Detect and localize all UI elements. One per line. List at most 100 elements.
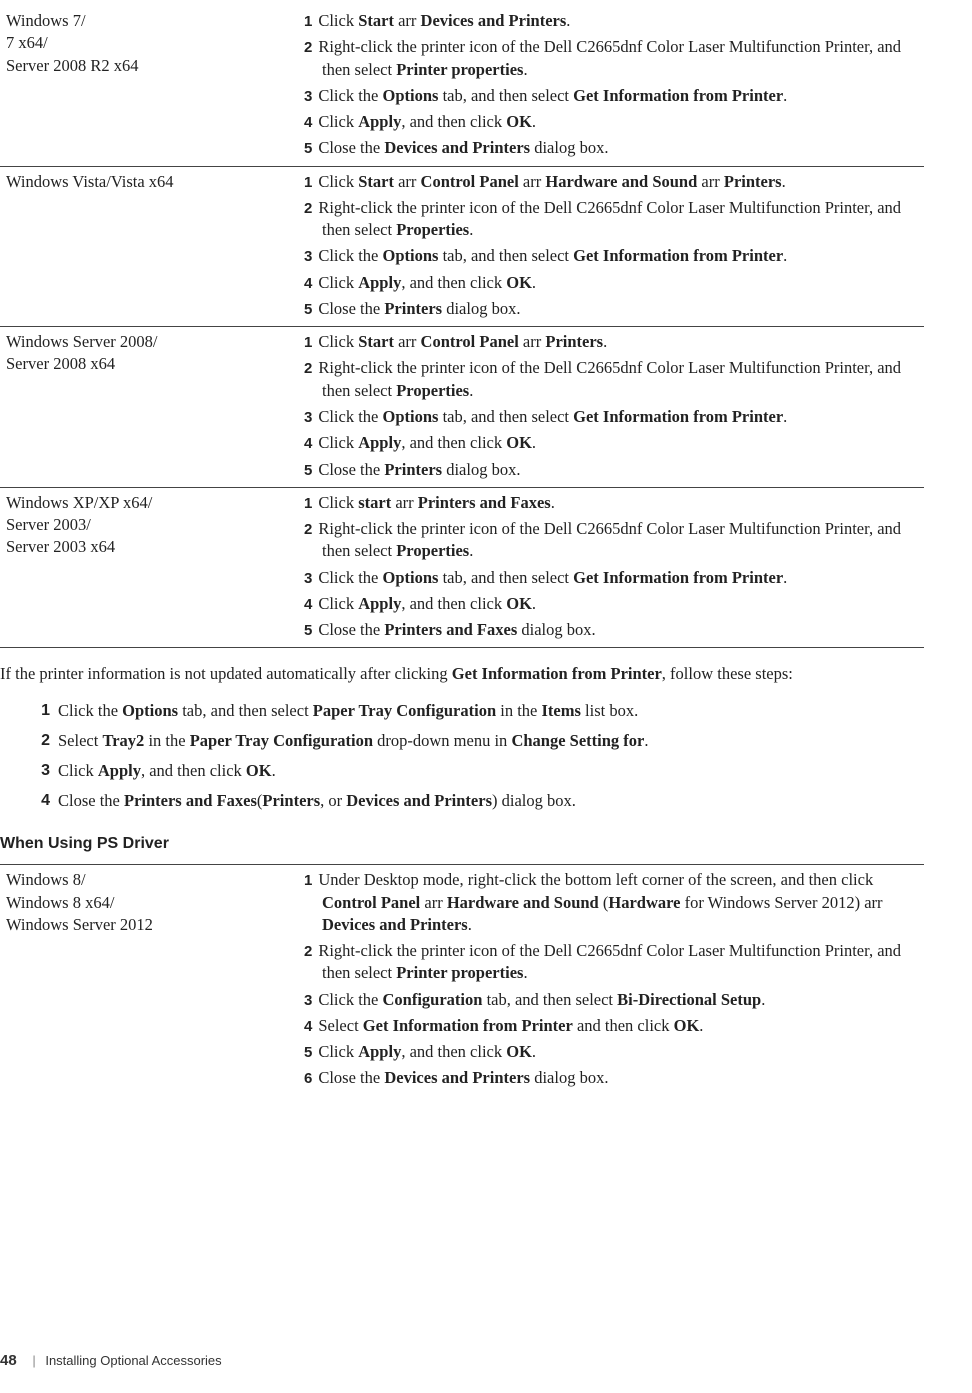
bold-text: Get Information from Printer — [573, 86, 783, 105]
os-name-line: Server 2003 x64 — [6, 536, 272, 558]
bold-text: Apply — [358, 112, 401, 131]
bold-text: Get Information from Printer — [573, 568, 783, 587]
bold-text: Tray2 — [102, 731, 144, 750]
section-heading-ps-driver: When Using PS Driver — [0, 833, 924, 855]
step-item: Right-click the printer icon of the Dell… — [302, 197, 918, 246]
step-item: Close the Devices and Printers dialog bo… — [302, 137, 918, 163]
bold-text: Devices and Printers — [421, 11, 567, 30]
bold-text: Bi-Directional Setup — [617, 990, 761, 1009]
os-name-line: Windows 7/ — [6, 10, 272, 32]
manual-step-item: 3Click Apply, and then click OK. — [30, 756, 924, 786]
bold-text: Properties — [396, 541, 469, 560]
step-item: Click Apply, and then click OK. — [302, 1041, 918, 1067]
step-item: Click Apply, and then click OK. — [302, 593, 918, 619]
os-name-line: Windows Server 2012 — [6, 914, 272, 936]
bold-text: OK — [674, 1016, 700, 1035]
step-item: Click Start arr Control Panel arr Printe… — [302, 331, 918, 357]
bold-text: Properties — [396, 381, 469, 400]
table-row: Windows XP/XP x64/Server 2003/Server 200… — [0, 487, 924, 648]
bold-text: Devices and Printers — [346, 791, 492, 810]
step-number: 2 — [30, 730, 50, 752]
bold-text: Devices and Printers — [384, 138, 530, 157]
step-item: Click start arr Printers and Faxes. — [302, 492, 918, 518]
bold-text: Get Information from Printer — [573, 246, 783, 265]
bold-text: Apply — [98, 761, 141, 780]
steps-cell: Click Start arr Control Panel arr Printe… — [278, 327, 924, 488]
os-cell: Windows Vista/Vista x64 — [0, 166, 278, 327]
bold-text: Items — [542, 701, 581, 720]
bold-text: Start — [358, 172, 394, 191]
bold-text: Printers and Faxes — [384, 620, 517, 639]
steps-list: Click start arr Printers and Faxes.Right… — [284, 492, 918, 646]
bold-text: Hardware and Sound — [447, 893, 599, 912]
step-item: Right-click the printer icon of the Dell… — [302, 518, 918, 567]
bold-text: Get Information from Printer — [363, 1016, 573, 1035]
os-cell: Windows Server 2008/Server 2008 x64 — [0, 327, 278, 488]
steps-list: Click Start arr Control Panel arr Printe… — [284, 331, 918, 485]
bold-text: Configuration — [383, 990, 483, 1009]
bold-text: Hardware — [608, 893, 680, 912]
step-item: Click the Configuration tab, and then se… — [302, 989, 918, 1015]
bold-text: Control Panel — [421, 332, 519, 351]
os-name-line: 7 x64/ — [6, 32, 272, 54]
step-number: 4 — [30, 790, 50, 812]
os-steps-table-1: Windows 7/7 x64/Server 2008 R2 x64Click … — [0, 6, 924, 649]
bold-text: Start — [358, 332, 394, 351]
os-cell: Windows 8/Windows 8 x64/Windows Server 2… — [0, 865, 278, 1096]
bold-text: Paper Tray Configuration — [313, 701, 496, 720]
bold-text: Printers — [262, 791, 320, 810]
step-text: Select Tray2 in the Paper Tray Configura… — [58, 731, 648, 750]
bold-text: Get Information from Printer — [452, 664, 662, 683]
bold-text: Control Panel — [421, 172, 519, 191]
bold-text: OK — [506, 112, 532, 131]
bold-text: Printers and Faxes — [418, 493, 551, 512]
bold-text: Options — [383, 568, 439, 587]
bold-text: Apply — [358, 594, 401, 613]
os-name-line: Windows XP/XP x64/ — [6, 492, 272, 514]
bold-text: Apply — [358, 433, 401, 452]
bold-text: OK — [506, 594, 532, 613]
step-number: 3 — [30, 760, 50, 782]
steps-list: Click Start arr Devices and Printers.Rig… — [284, 10, 918, 164]
steps-cell: Click Start arr Control Panel arr Hardwa… — [278, 166, 924, 327]
step-item: Under Desktop mode, right-click the bott… — [302, 869, 918, 940]
table-row: Windows Vista/Vista x64 Click Start arr C… — [0, 166, 924, 327]
bold-text: OK — [506, 273, 532, 292]
page: Windows 7/7 x64/Server 2008 R2 x64Click … — [0, 0, 972, 1393]
bold-text: OK — [506, 433, 532, 452]
os-name-line: Server 2003/ — [6, 514, 272, 536]
step-item: Right-click the printer icon of the Dell… — [302, 940, 918, 989]
footer-chapter: Installing Optional Accessories — [45, 1353, 221, 1368]
bold-text: Options — [383, 407, 439, 426]
os-name-line: Windows 8 x64/ — [6, 892, 272, 914]
os-steps-table-2: Windows 8/Windows 8 x64/Windows Server 2… — [0, 864, 924, 1095]
step-item: Close the Printers and Faxes dialog box. — [302, 619, 918, 645]
bold-text: Hardware and Sound — [545, 172, 697, 191]
step-item: Click the Options tab, and then select G… — [302, 406, 918, 432]
os-cell: Windows XP/XP x64/Server 2003/Server 200… — [0, 487, 278, 648]
step-number: 1 — [30, 700, 50, 722]
step-item: Close the Devices and Printers dialog bo… — [302, 1067, 918, 1093]
bold-text: Devices and Printers — [384, 1068, 530, 1087]
bold-text: Options — [122, 701, 178, 720]
bold-text: start — [358, 493, 391, 512]
steps-list: Click Start arr Control Panel arr Hardwa… — [284, 171, 918, 325]
steps-list: Under Desktop mode, right-click the bott… — [284, 869, 918, 1093]
step-text: Click the Options tab, and then select P… — [58, 701, 638, 720]
page-footer: 48 | Installing Optional Accessories — [0, 1351, 222, 1371]
bold-text: Properties — [396, 220, 469, 239]
table-row: Windows Server 2008/Server 2008 x64 Click… — [0, 327, 924, 488]
steps-cell: Click Start arr Devices and Printers.Rig… — [278, 6, 924, 166]
os-cell: Windows 7/7 x64/Server 2008 R2 x64 — [0, 6, 278, 166]
bold-text: Printers — [384, 460, 442, 479]
step-item: Click Apply, and then click OK. — [302, 432, 918, 458]
bold-text: Apply — [358, 273, 401, 292]
bold-text: Printers — [545, 332, 603, 351]
steps-cell: Click start arr Printers and Faxes.Right… — [278, 487, 924, 648]
os-name-line: Server 2008 x64 — [6, 353, 272, 375]
step-item: Click the Options tab, and then select G… — [302, 245, 918, 271]
bold-text: OK — [246, 761, 272, 780]
bold-text: Control Panel — [322, 893, 420, 912]
os-name-line: Windows Vista/Vista x64 — [6, 171, 272, 193]
step-item: Click the Options tab, and then select G… — [302, 567, 918, 593]
